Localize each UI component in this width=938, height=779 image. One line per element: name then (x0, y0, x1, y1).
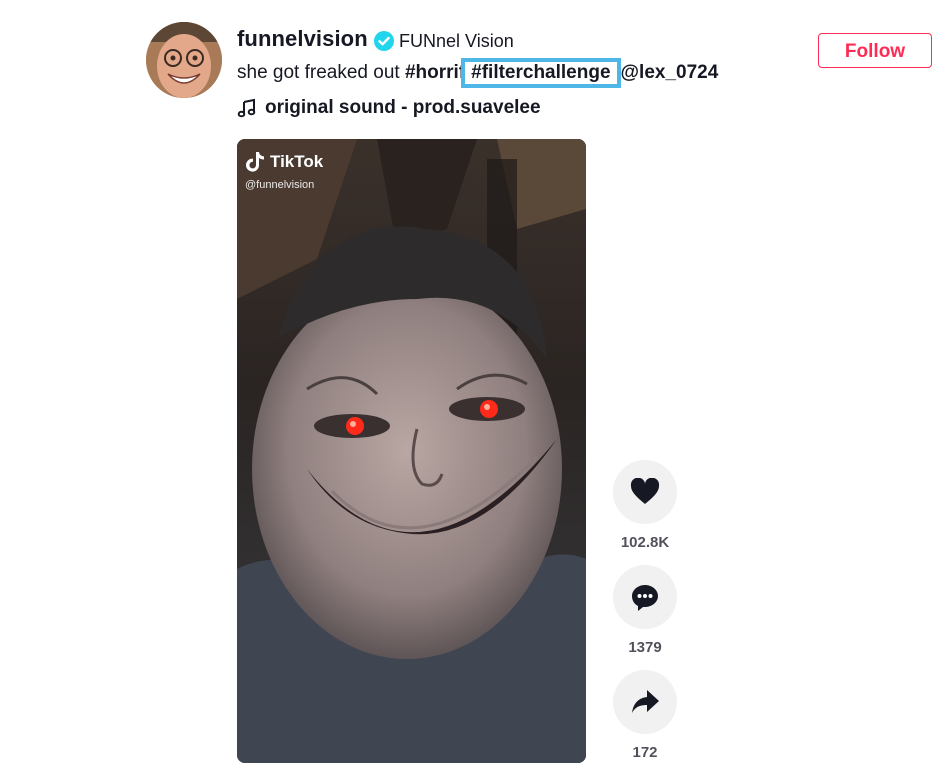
watermark-handle: @funnelvision (245, 179, 315, 191)
display-name: FUNnel Vision (399, 31, 514, 51)
share-action: 172 (613, 670, 677, 761)
like-action: 102.8K (613, 460, 677, 551)
comment-icon (632, 585, 658, 611)
video-player[interactable]: TikTok @funnelvision (237, 139, 586, 763)
tiktok-logo-icon (246, 152, 264, 172)
follow-button[interactable]: Follow (818, 33, 932, 68)
hashtag-horrif[interactable]: #horrif (405, 62, 465, 83)
music-note-icon (237, 98, 256, 118)
video-frame (237, 139, 586, 763)
like-button[interactable] (613, 460, 677, 524)
caption: she got freaked out #horrif #filterchalle… (237, 58, 719, 88)
hashtag-filterchallenge[interactable]: #filterchallenge (461, 58, 621, 88)
avatar[interactable] (146, 22, 222, 98)
comment-button[interactable] (613, 565, 677, 629)
caption-text: she got freaked out (237, 62, 405, 83)
watermark-brand: TikTok (270, 152, 324, 171)
sound-label: original sound - prod.suavelee (265, 97, 541, 118)
mention-lex[interactable]: @lex_0724 (621, 62, 719, 83)
share-icon (632, 690, 659, 713)
username[interactable]: funnelvision (237, 26, 368, 52)
comment-count: 1379 (628, 639, 662, 656)
share-button[interactable] (613, 670, 677, 734)
share-count: 172 (632, 744, 658, 761)
tiktok-watermark: TikTok (246, 151, 323, 173)
sound-link[interactable]: original sound - prod.suavelee (237, 97, 541, 119)
heart-icon (630, 478, 660, 504)
like-count: 102.8K (620, 534, 670, 551)
verified-badge-icon (374, 31, 394, 51)
comment-action: 1379 (613, 565, 677, 656)
